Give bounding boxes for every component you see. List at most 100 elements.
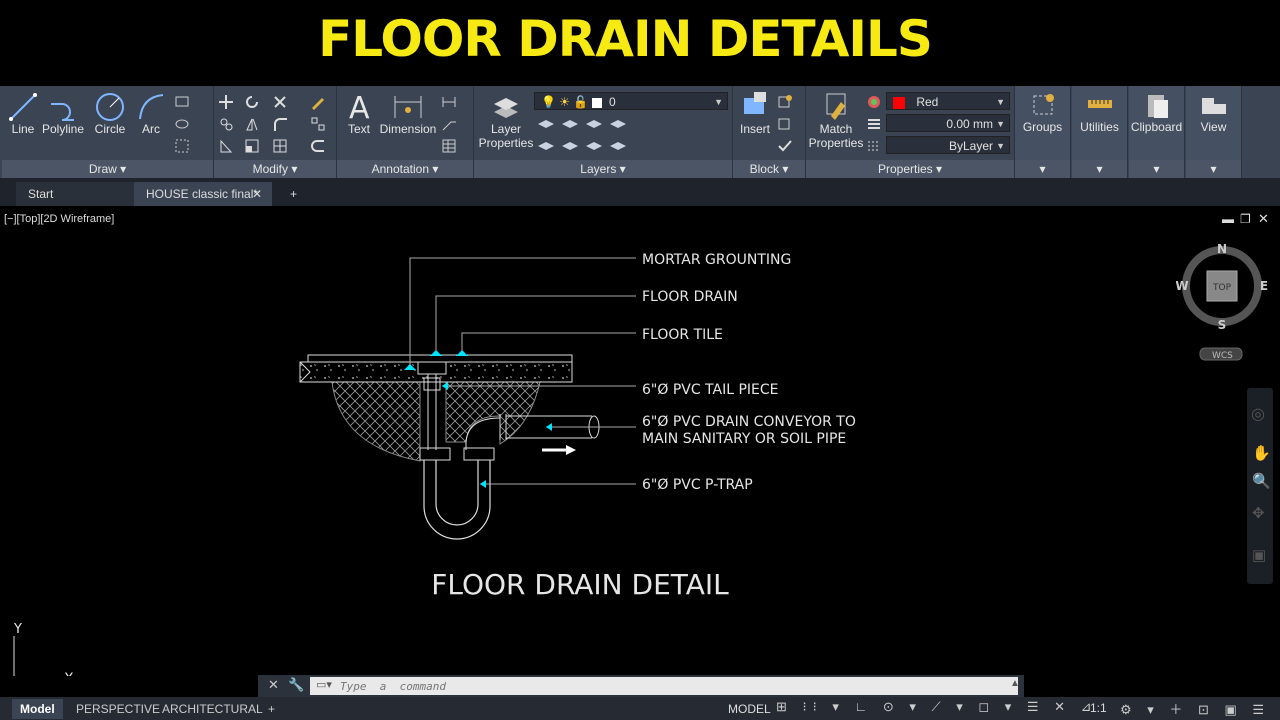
region-icon[interactable] — [174, 138, 192, 154]
close-tab-icon[interactable]: ✕ — [252, 182, 262, 206]
rotate-icon[interactable] — [244, 94, 262, 110]
compass-n[interactable]: N — [1217, 242, 1227, 256]
match-properties-tool[interactable]: Match Properties — [808, 90, 864, 150]
clipboard-icon — [1147, 95, 1168, 118]
text-icon: A — [349, 91, 370, 122]
view-panel[interactable]: View ▾ — [1186, 86, 1242, 178]
annotation-scale[interactable]: 1:1 — [1090, 701, 1107, 715]
dimension-tool[interactable]: Dimension — [379, 90, 437, 136]
compass-s[interactable]: S — [1218, 318, 1227, 332]
customize-icon[interactable]: 🔧 — [288, 677, 304, 693]
compass-w[interactable]: W — [1176, 279, 1189, 293]
steering-wheel-icon[interactable]: ◎ — [1251, 404, 1265, 424]
draw-panel-title[interactable]: Draw ▾ — [2, 160, 213, 178]
insert-tool[interactable]: Insert — [735, 90, 775, 136]
clipboard-panel[interactable]: Clipboard ▾ — [1129, 86, 1185, 178]
array-icon[interactable] — [310, 116, 328, 132]
create-block-icon[interactable] — [777, 94, 795, 110]
layer-dropdown[interactable]: 💡 ☀ 🔓 0 ▼ — [534, 92, 728, 110]
arc-tool[interactable]: Arc — [134, 92, 168, 136]
scale-icon[interactable] — [244, 138, 262, 154]
lineweight-dropdown[interactable]: 0.00 mm ▼ — [886, 114, 1010, 132]
attribute-icon[interactable] — [777, 138, 795, 154]
linear-dim-icon[interactable] — [441, 94, 459, 110]
utilities-panel[interactable]: Utilities ▾ — [1072, 86, 1128, 178]
arc-label: Arc — [142, 122, 160, 136]
edit-block-icon[interactable] — [777, 116, 795, 132]
close-command-icon[interactable]: ✕ — [268, 677, 279, 693]
lineweight-icon — [868, 119, 880, 129]
ucs-y-label: Y — [13, 622, 22, 637]
circle-tool[interactable]: Circle — [90, 92, 130, 136]
color-dropdown[interactable]: Red ▼ — [886, 92, 1010, 110]
callout-p-trap: 6"Ø PVC P-TRAP — [642, 477, 753, 493]
modify-panel-title[interactable]: Modify ▾ — [214, 160, 336, 178]
model-space-toggle[interactable]: MODEL — [720, 699, 779, 719]
zoom-icon[interactable]: 🔍 — [1252, 472, 1271, 490]
dimension-icon — [394, 96, 422, 118]
pan-icon[interactable]: ✋ — [1252, 444, 1271, 462]
tab-start[interactable]: Start — [16, 182, 134, 206]
ucs-icon: Y X — [13, 622, 74, 676]
new-tab-button[interactable]: + — [278, 182, 302, 206]
move-icon[interactable] — [218, 94, 236, 110]
offset-icon[interactable] — [310, 138, 328, 154]
tab-architectural[interactable]: ARCHITECTURAL — [154, 699, 271, 719]
showmotion-icon[interactable]: ▣ — [1252, 546, 1266, 564]
ruler-icon — [1087, 100, 1112, 108]
block-panel-title[interactable]: Block ▾ — [733, 160, 805, 178]
orbit-icon[interactable]: ✥ — [1252, 504, 1265, 522]
table-icon[interactable] — [441, 138, 459, 154]
layer-tools-icons[interactable] — [536, 116, 646, 156]
line-icon — [9, 93, 37, 121]
command-input[interactable] — [310, 677, 1018, 695]
view-expand[interactable]: ▾ — [1186, 160, 1241, 178]
fillet-icon[interactable] — [272, 116, 290, 132]
document-tab-bar: Start HOUSE classic final* ✕ + — [0, 178, 1280, 206]
stretch-icon[interactable] — [218, 138, 236, 154]
callout-tail-piece: 6"Ø PVC TAIL PIECE — [642, 382, 779, 398]
leader-icon[interactable] — [441, 116, 459, 132]
text-tool[interactable]: A Text — [339, 90, 379, 136]
circle-label: Circle — [94, 122, 126, 136]
layer-properties-tool[interactable]: Layer Properties — [476, 90, 536, 150]
properties-panel-title[interactable]: Properties ▾ — [806, 160, 1014, 178]
annotation-panel-title[interactable]: Annotation ▾ — [337, 160, 473, 178]
command-history-icon[interactable]: ▭▾ — [316, 678, 332, 691]
layers-panel-title[interactable]: Layers ▾ — [474, 160, 732, 178]
tab-house[interactable]: HOUSE classic final* ✕ — [134, 182, 272, 206]
add-layout-button[interactable]: + — [260, 699, 283, 719]
wcs-label: WCS — [1212, 351, 1233, 361]
utilities-tool[interactable]: Utilities — [1072, 90, 1127, 134]
clipboard-expand[interactable]: ▾ — [1129, 160, 1184, 178]
mirror-icon[interactable] — [244, 116, 262, 132]
modify-panel: Modify ▾ — [214, 86, 337, 178]
compass-e[interactable]: E — [1260, 279, 1268, 293]
rectangle-icon[interactable] — [174, 94, 192, 110]
status-tools[interactable]: ⊞ ⁝⁝ ▾ ∟ ⊙ ▾ ⟋ ▾ ◻ ▾ ☰ ✕ ⊿ — [776, 699, 1098, 715]
tab-model[interactable]: Model — [12, 699, 63, 719]
trim-icon[interactable] — [272, 94, 290, 110]
line-tool[interactable]: Line — [6, 92, 40, 136]
floor-drain-detail-drawing: MORTAR GROUNTING FLOOR DRAIN FLOOR TILE … — [299, 252, 856, 601]
groups-panel[interactable]: Groups ▾ — [1015, 86, 1071, 178]
viewcube-face-label: TOP — [1212, 283, 1232, 293]
clipboard-tool[interactable]: Clipboard — [1129, 90, 1184, 134]
polyline-label: Polyline — [41, 122, 85, 136]
status-tools-right[interactable]: ⚙ ▾ ＋ ⊡ ▣ ☰ — [1120, 699, 1270, 718]
circle-icon — [96, 93, 124, 121]
polyline-tool[interactable]: Polyline — [40, 92, 86, 136]
layers-panel: Layer Properties 💡 ☀ 🔓 0 ▼ Layers ▾ — [474, 86, 733, 178]
explode-icon[interactable] — [272, 138, 290, 154]
utilities-expand[interactable]: ▾ — [1072, 160, 1127, 178]
groups-tool[interactable]: Groups — [1015, 90, 1070, 134]
hatch-icon[interactable] — [174, 116, 192, 132]
groups-expand[interactable]: ▾ — [1015, 160, 1070, 178]
command-expand-icon[interactable]: ▲ — [1010, 678, 1020, 689]
view-icon — [1201, 98, 1226, 114]
view-tool[interactable]: View — [1186, 90, 1241, 134]
viewcube[interactable]: TOP N S E W WCS — [1176, 238, 1272, 364]
erase-icon[interactable] — [310, 94, 328, 110]
copy-icon[interactable] — [218, 116, 236, 132]
linetype-dropdown[interactable]: ByLayer ▼ — [886, 136, 1010, 154]
